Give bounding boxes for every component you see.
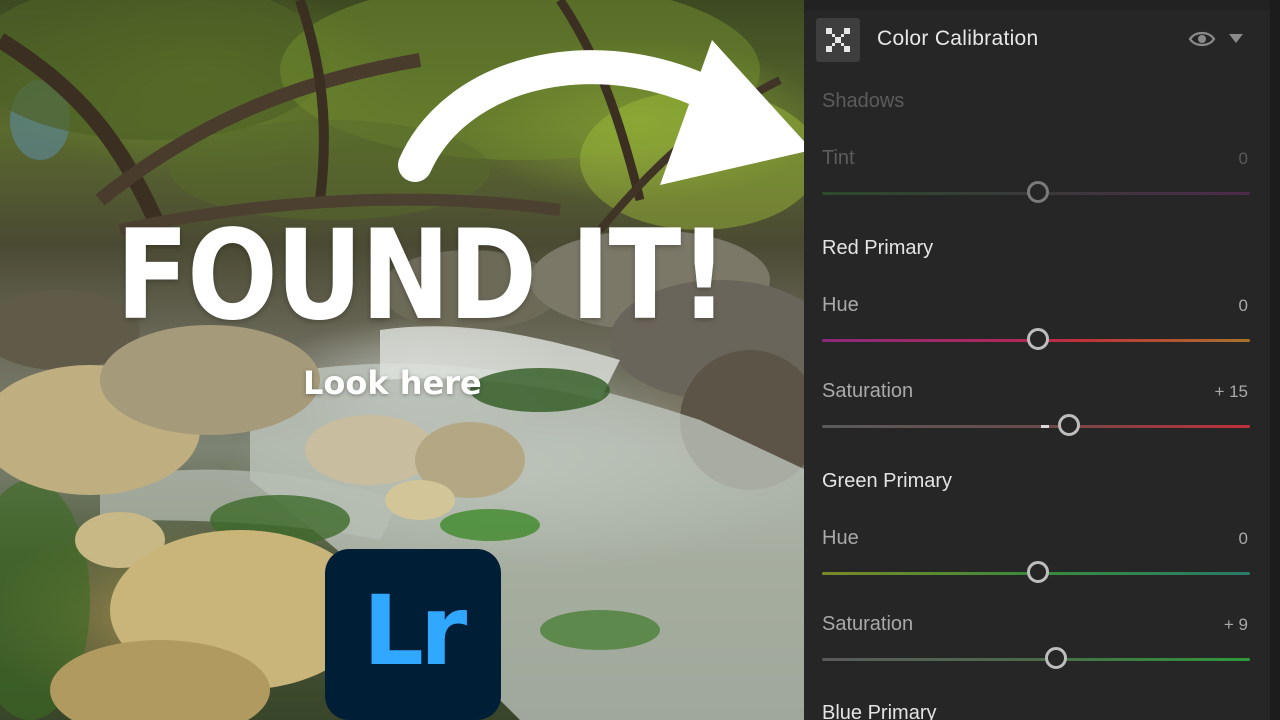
section-label-green-primary: Green Primary [822, 470, 953, 492]
section-label-shadows: Shadows [822, 90, 905, 112]
green-hue-value[interactable]: 0 [1239, 529, 1248, 549]
green-saturation-value[interactable]: + 9 [1224, 615, 1248, 635]
red-saturation-thumb[interactable] [1058, 414, 1080, 436]
red-saturation-label: Saturation [822, 380, 914, 402]
green-hue-thumb[interactable] [1027, 561, 1049, 583]
shadows-tint-value[interactable]: 0 [1239, 149, 1248, 169]
red-saturation-center-tick [1041, 425, 1049, 428]
green-saturation-thumb[interactable] [1045, 647, 1067, 669]
color-calibration-panel: Color Calibration Shadows Tint 0 Red Pri… [804, 0, 1280, 720]
red-hue-thumb[interactable] [1027, 328, 1049, 350]
section-label-blue-primary: Blue Primary [822, 702, 937, 720]
red-saturation-value[interactable]: + 15 [1214, 382, 1248, 402]
section-label-red-primary: Red Primary [822, 237, 934, 259]
green-saturation-label: Saturation [822, 613, 914, 635]
eye-icon[interactable] [1188, 28, 1216, 50]
headline-text: FOUND IT! [116, 204, 728, 348]
red-hue-value[interactable]: 0 [1239, 296, 1248, 316]
chevron-down-icon[interactable] [1229, 34, 1243, 43]
thumbnail-photo: FOUND IT! Look here Lr [0, 0, 806, 720]
shadows-tint-thumb[interactable] [1027, 181, 1049, 203]
red-saturation-track[interactable] [822, 425, 1250, 428]
red-hue-label: Hue [822, 294, 859, 316]
green-hue-label: Hue [822, 527, 859, 549]
panel-body: Color Calibration Shadows Tint 0 Red Pri… [804, 10, 1270, 720]
lightroom-logo-text: Lr [362, 574, 467, 687]
green-saturation-track[interactable] [822, 658, 1250, 661]
subline-text: Look here [303, 364, 482, 402]
panel-scroll-edge [1270, 0, 1280, 720]
shadows-tint-label: Tint [822, 147, 855, 169]
lightroom-logo: Lr [325, 549, 501, 720]
color-calibration-grid-icon[interactable] [816, 18, 860, 62]
panel-title: Color Calibration [877, 27, 1039, 50]
